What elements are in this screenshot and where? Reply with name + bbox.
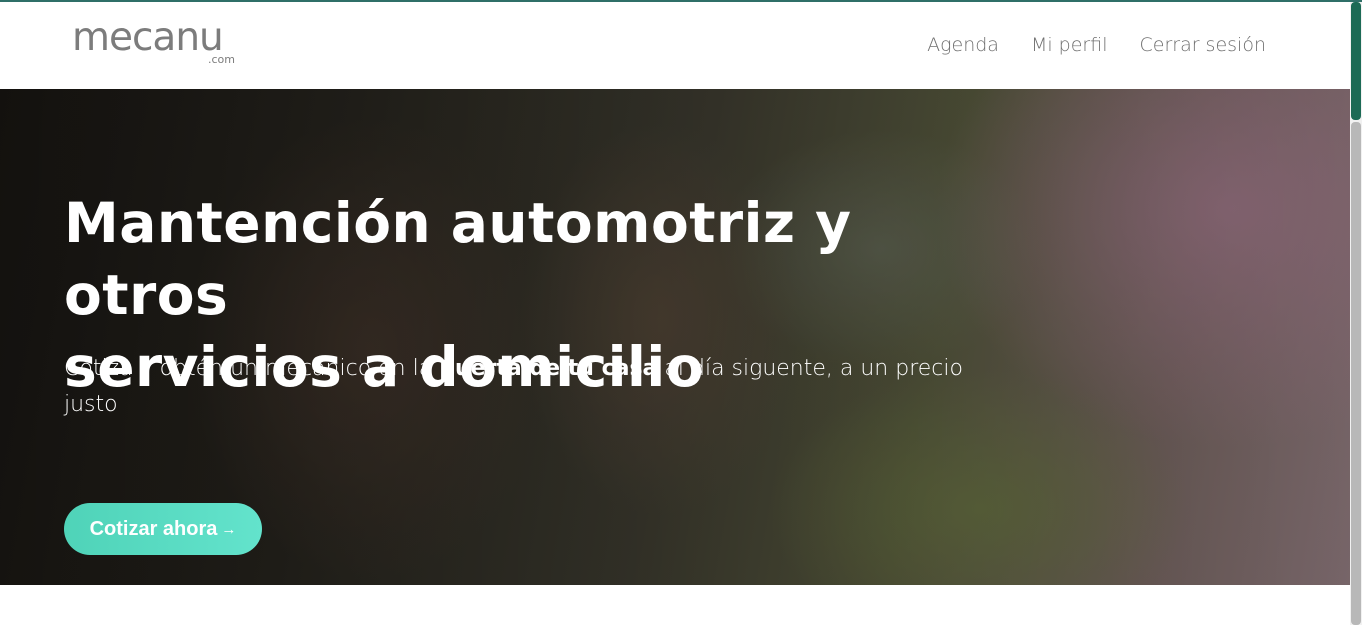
- hero-banner: Mantención automotriz y otros servicios …: [0, 89, 1350, 585]
- nav-link-mi-perfil[interactable]: Mi perfil: [1031, 32, 1108, 58]
- hero-title-line-1: Mantención automotriz y otros: [64, 191, 852, 327]
- logo-wordmark: mecanu: [72, 15, 224, 60]
- nav-link-cerrar-sesion[interactable]: Cerrar sesión: [1139, 32, 1266, 58]
- arrow-right-icon: →: [221, 520, 237, 538]
- nav-menu: Agenda Mi perfil Cerrar sesión: [927, 32, 1266, 58]
- cta-button-label: Cotizar ahora: [89, 517, 218, 540]
- cotizar-ahora-button[interactable]: Cotizar ahora →: [64, 503, 262, 555]
- hero-subtitle-start: Cotiza y obtén un mecánico en la: [64, 356, 440, 381]
- scrollbar-thumb[interactable]: [1351, 2, 1361, 120]
- nav-link-agenda[interactable]: Agenda: [927, 32, 999, 58]
- hero-subtitle: Cotiza y obtén un mecánico en la puerta …: [64, 351, 964, 423]
- logo[interactable]: mecanu .com: [72, 18, 242, 70]
- page-scrollbar[interactable]: [1350, 2, 1362, 625]
- navbar: mecanu .com Agenda Mi perfil Cerrar sesi…: [0, 2, 1350, 89]
- hero-subtitle-highlight: puerta de tu casa: [439, 356, 658, 381]
- logo-domain: .com: [208, 53, 235, 66]
- scrollbar-track[interactable]: [1351, 122, 1361, 625]
